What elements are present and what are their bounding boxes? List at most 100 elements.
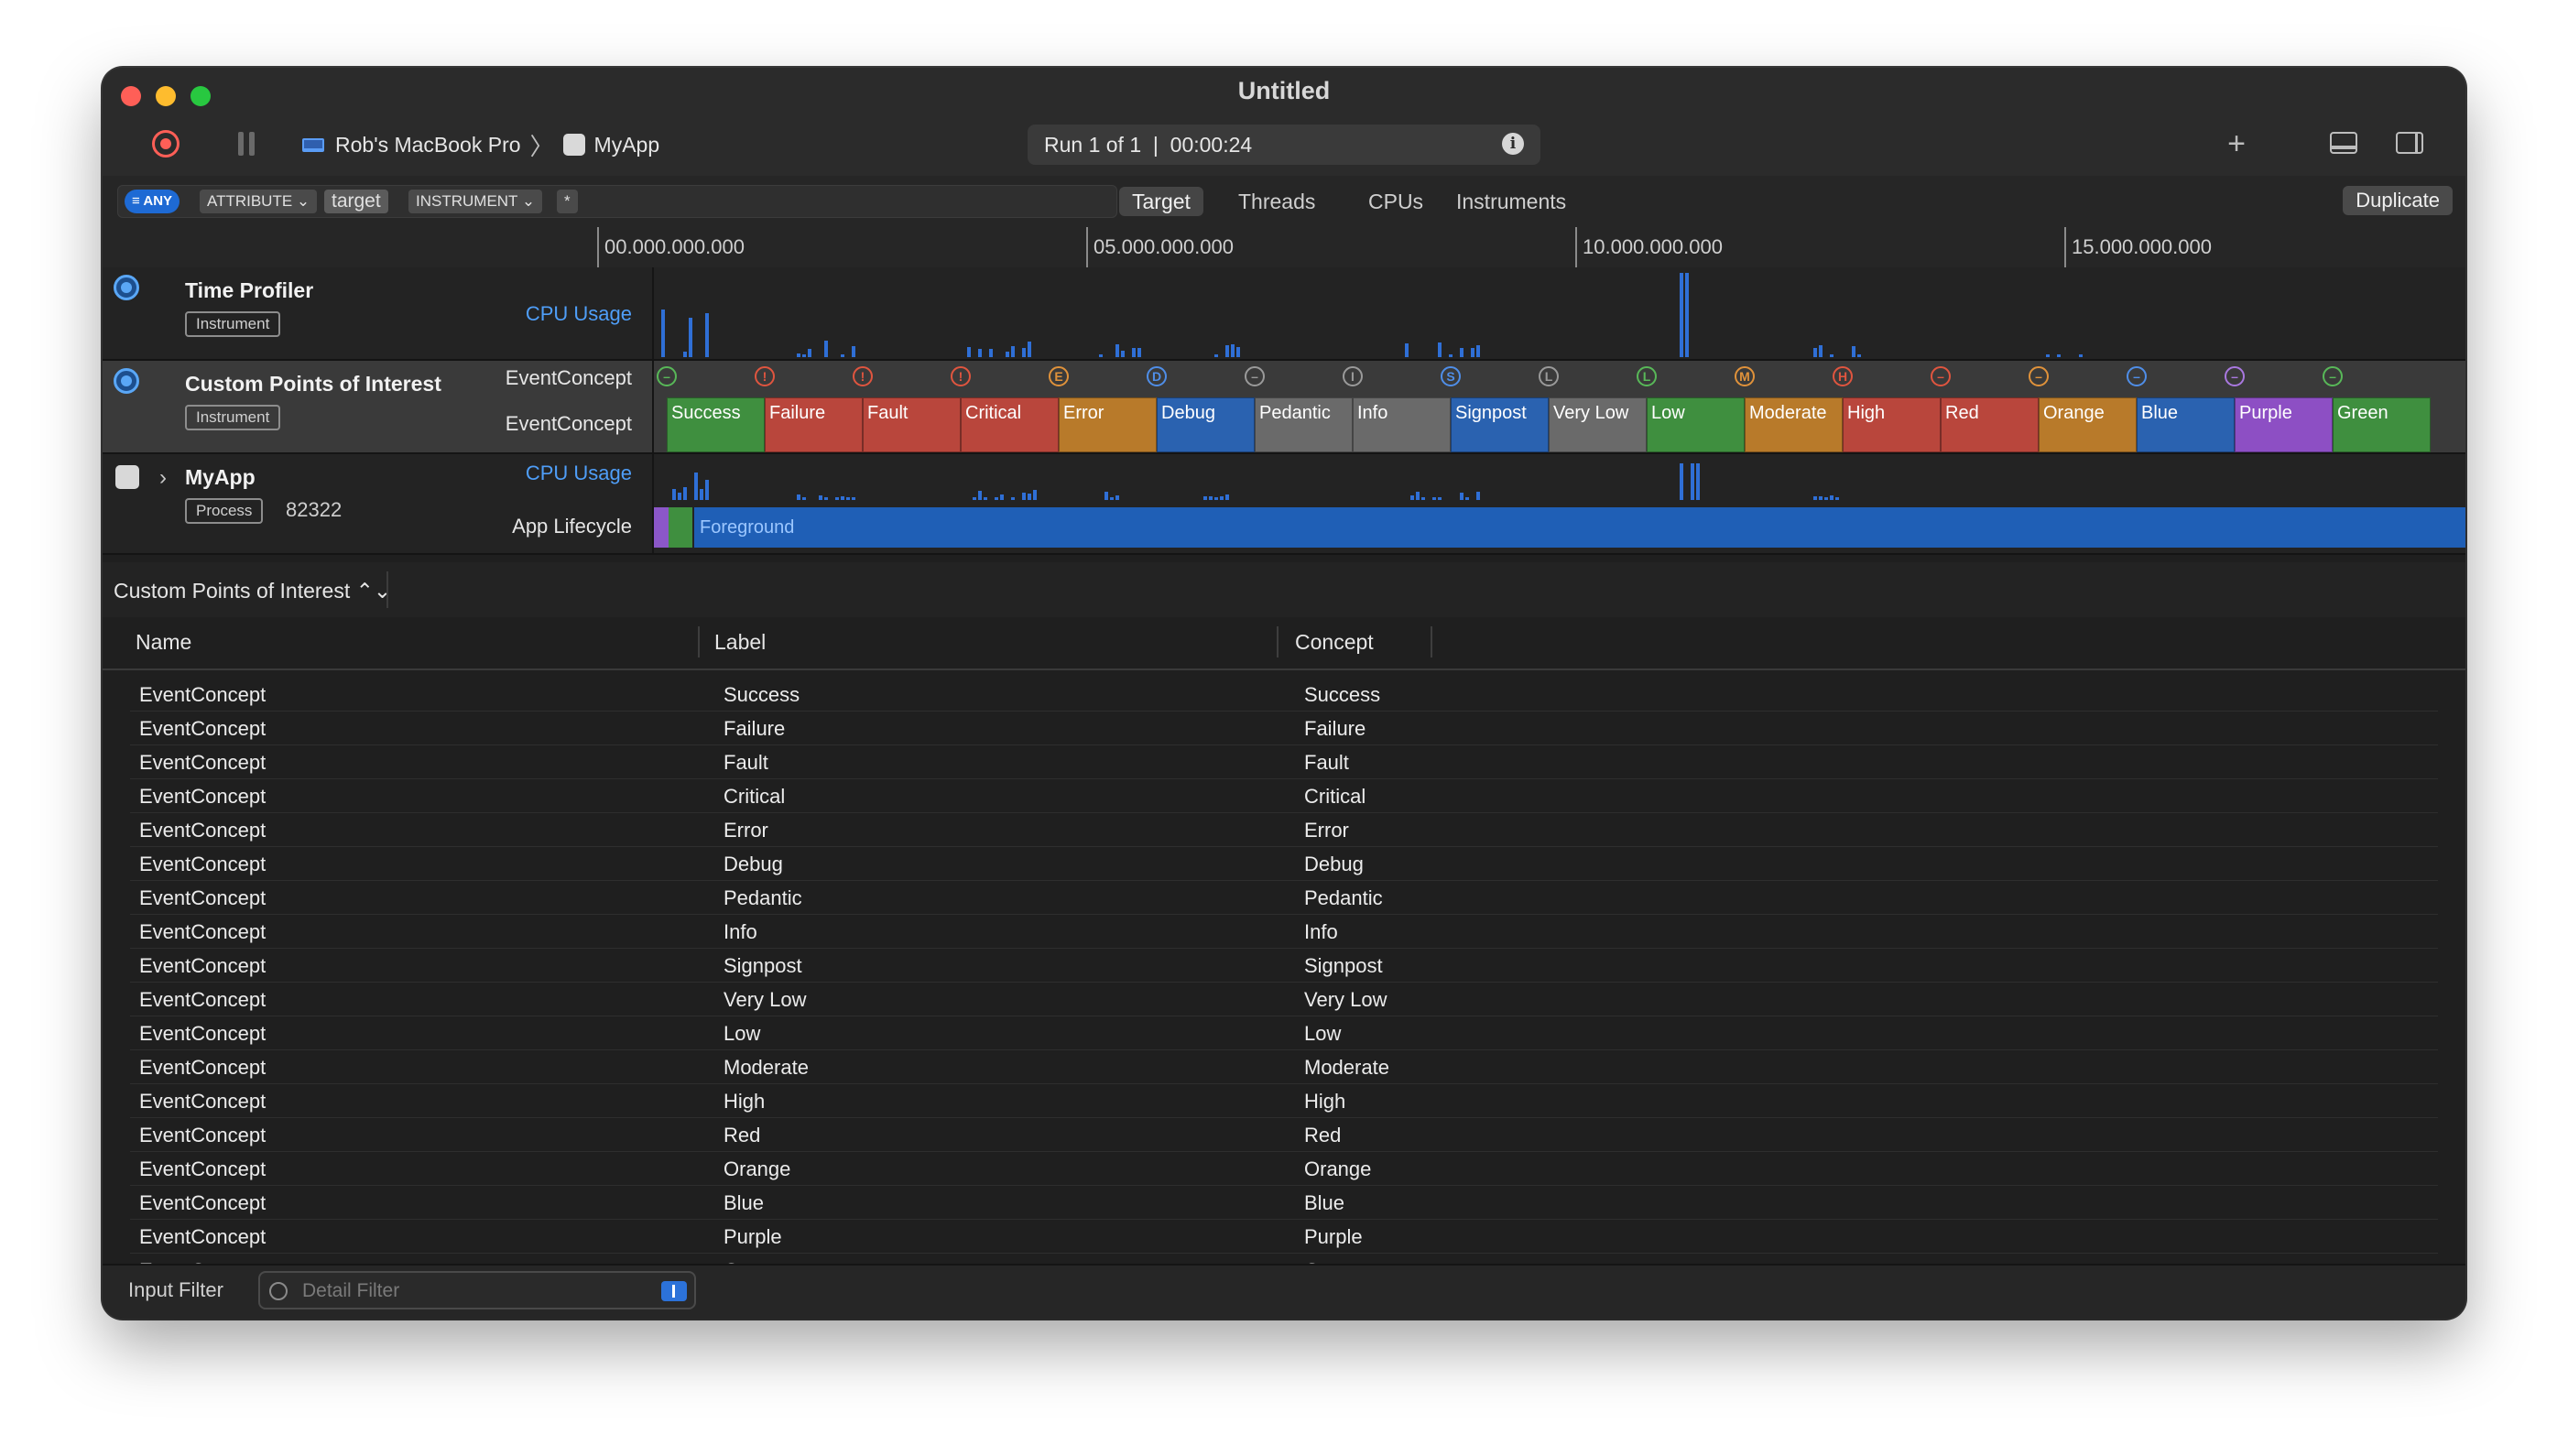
poi-interval[interactable]: Orange (2039, 397, 2137, 452)
target-selector[interactable]: Rob's MacBook Pro 〉 MyApp (302, 130, 659, 160)
poi-interval[interactable]: Info (1353, 397, 1451, 452)
table-row[interactable]: EventConcept Pedantic Pedantic (130, 881, 2438, 915)
track-myapp[interactable]: › MyApp Process 82322 CPU Usage App Life… (103, 454, 2465, 555)
table-row[interactable]: EventConcept Low Low (130, 1016, 2438, 1050)
column-divider[interactable] (1277, 626, 1279, 657)
lifecycle-segment[interactable] (669, 507, 692, 548)
poi-event-icon[interactable]: – (2127, 366, 2147, 386)
poi-interval[interactable]: Error (1059, 397, 1157, 452)
cpu-usage-bar (689, 318, 692, 357)
toggle-inspector-icon[interactable] (2396, 132, 2423, 154)
table-row[interactable]: EventConcept Orange Orange (130, 1152, 2438, 1186)
run-status[interactable]: Run 1 of 1 | 00:00:24 i (1028, 125, 1540, 165)
column-header-concept[interactable]: Concept (1295, 630, 1374, 655)
poi-event-icon[interactable]: E (1049, 366, 1069, 386)
cpu-usage-graph[interactable] (654, 267, 2465, 359)
table-row[interactable]: EventConcept Success Success (130, 678, 2438, 712)
poi-interval[interactable]: Success (667, 397, 765, 452)
poi-interval[interactable]: Low (1647, 397, 1745, 452)
poi-interval[interactable]: Critical (961, 397, 1059, 452)
poi-event-icon[interactable]: – (1931, 366, 1951, 386)
poi-interval[interactable]: Red (1941, 397, 2039, 452)
table-row[interactable]: EventConcept Info Info (130, 915, 2438, 949)
poi-event-icon[interactable]: – (2323, 366, 2343, 386)
detail-scope-selector[interactable]: Custom Points of Interest ⌃⌄ (114, 579, 391, 603)
poi-event-icon[interactable]: – (1245, 366, 1265, 386)
table-row[interactable]: EventConcept Critical Critical (130, 779, 2438, 813)
table-row[interactable]: EventConcept High High (130, 1084, 2438, 1118)
filter-star-token[interactable]: * (557, 190, 578, 213)
column-divider[interactable] (698, 626, 700, 657)
record-button[interactable] (152, 130, 180, 158)
table-row[interactable]: EventConcept Error Error (130, 813, 2438, 847)
lifecycle-foreground-segment[interactable]: Foreground (694, 507, 2465, 548)
poi-interval[interactable]: Failure (765, 397, 863, 452)
column-header-name[interactable]: Name (136, 630, 191, 655)
poi-event-icon[interactable]: L (1637, 366, 1657, 386)
poi-event-icon[interactable]: ! (755, 366, 775, 386)
timeline-ruler[interactable]: 00.000.000.000 05.000.000.000 10.000.000… (103, 227, 2465, 269)
tab-instruments[interactable]: Instruments (1443, 187, 1579, 216)
column-divider[interactable] (1431, 626, 1432, 657)
table-row[interactable]: EventConcept Red Red (130, 1118, 2438, 1152)
poi-event-icon[interactable]: D (1147, 366, 1167, 386)
poi-interval[interactable]: Pedantic (1255, 397, 1353, 452)
poi-event-icon[interactable]: S (1441, 366, 1461, 386)
cpu-usage-bar (2079, 354, 2083, 357)
track-custom-points-of-interest[interactable]: Custom Points of Interest Instrument Eve… (103, 361, 2465, 454)
poi-event-icon[interactable]: I (1343, 366, 1363, 386)
info-icon[interactable]: i (1502, 133, 1524, 155)
poi-event-icon[interactable]: ! (853, 366, 873, 386)
filter-options-button[interactable] (661, 1281, 687, 1301)
detail-table-body: EventConcept Success Success EventConcept Fa… (130, 678, 2438, 1288)
poi-event-icon[interactable]: – (657, 366, 677, 386)
cpu-usage-bar (1830, 495, 1834, 500)
toggle-detail-panel-icon[interactable] (2330, 132, 2357, 154)
filter-value-token[interactable]: target (324, 190, 388, 213)
filter-instrument-token[interactable]: INSTRUMENT ⌄ (408, 190, 543, 213)
table-row[interactable]: EventConcept Fault Fault (130, 745, 2438, 779)
table-row[interactable]: EventConcept Failure Failure (130, 712, 2438, 745)
cpu-usage-graph[interactable]: Foreground (654, 454, 2465, 553)
poi-interval[interactable]: High (1843, 397, 1941, 452)
tab-threads[interactable]: Threads (1225, 187, 1328, 216)
detail-filter-field[interactable]: Detail Filter (258, 1271, 696, 1309)
lifecycle-segment[interactable] (654, 507, 669, 548)
cpu-usage-bar (1476, 492, 1480, 500)
column-header-label[interactable]: Label (714, 630, 766, 655)
track-time-profiler[interactable]: Time Profiler Instrument CPU Usage (103, 267, 2465, 361)
table-row[interactable]: EventConcept Purple Purple (130, 1220, 2438, 1254)
poi-interval[interactable]: Debug (1157, 397, 1255, 452)
table-row[interactable]: EventConcept Debug Debug (130, 847, 2438, 881)
poi-interval[interactable]: Blue (2137, 397, 2235, 452)
tab-target[interactable]: Target (1119, 187, 1203, 216)
poi-interval[interactable]: Fault (863, 397, 961, 452)
filter-any-token[interactable]: ≡ ANY (125, 190, 180, 213)
lane-label-cpu-usage[interactable]: CPU Usage (526, 302, 632, 326)
poi-event-icon[interactable]: L (1539, 366, 1559, 386)
input-filter-label[interactable]: Input Filter (128, 1278, 223, 1302)
poi-interval[interactable]: Purple (2235, 397, 2333, 452)
track-checkbox[interactable] (115, 465, 139, 489)
table-row[interactable]: EventConcept Blue Blue (130, 1186, 2438, 1220)
table-row[interactable]: EventConcept Moderate Moderate (130, 1050, 2438, 1084)
add-instrument-button[interactable]: + (2218, 126, 2255, 161)
pause-button[interactable] (238, 132, 256, 158)
duplicate-button[interactable]: Duplicate (2343, 186, 2453, 215)
poi-interval[interactable]: Moderate (1745, 397, 1843, 452)
poi-event-icon[interactable]: – (2029, 366, 2049, 386)
filter-attribute-token[interactable]: ATTRIBUTE ⌄ (200, 190, 318, 213)
poi-event-icon[interactable]: ! (951, 366, 971, 386)
disclosure-chevron-icon[interactable]: › (159, 465, 167, 491)
table-row[interactable]: EventConcept Very Low Very Low (130, 983, 2438, 1016)
tab-cpus[interactable]: CPUs (1355, 187, 1436, 216)
points-of-interest-lanes[interactable]: – Success! Failure! Fault! Critical E Error D De… (654, 361, 2465, 452)
lane-label-cpu-usage[interactable]: CPU Usage (526, 462, 632, 485)
table-row[interactable]: EventConcept Signpost Signpost (130, 949, 2438, 983)
poi-event-icon[interactable]: M (1735, 366, 1755, 386)
poi-interval[interactable]: Signpost (1451, 397, 1549, 452)
poi-interval[interactable]: Very Low (1549, 397, 1647, 452)
poi-interval[interactable]: Green (2333, 397, 2431, 452)
poi-event-icon[interactable]: – (2225, 366, 2245, 386)
poi-event-icon[interactable]: H (1833, 366, 1853, 386)
